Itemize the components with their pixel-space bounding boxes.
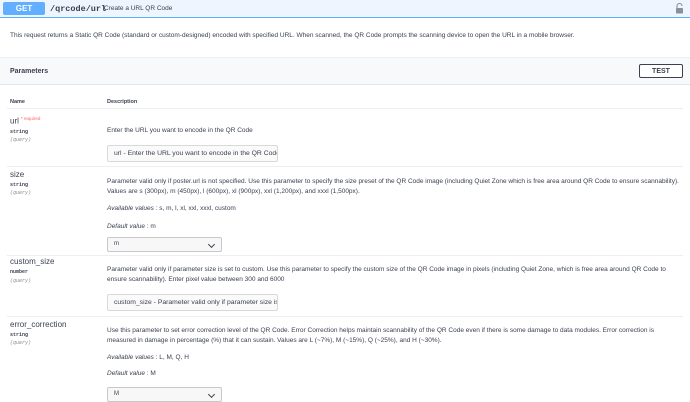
param-desc-error-correction: Use this parameter to set error correcti… (107, 327, 654, 344)
param-desc-size: Parameter valid only if poster.url is no… (107, 178, 679, 195)
param-desc-url: Enter the URL you want to encode in the … (107, 127, 253, 134)
param-name-custom-size: custom_size (10, 257, 55, 266)
size-select[interactable]: m (107, 237, 222, 252)
error-correction-select[interactable]: M (107, 387, 222, 402)
param-name-size: size (10, 170, 25, 179)
method-badge: GET (3, 2, 45, 15)
row-divider (7, 316, 683, 317)
endpoint-path: /qrcode/url (50, 4, 107, 14)
param-default-error-correction: Default value : M (107, 370, 156, 377)
param-in-custom-size: (query) (10, 278, 32, 284)
url-input[interactable]: url - Enter the URL you want to encode i… (107, 145, 278, 162)
row-divider (7, 166, 683, 167)
param-available-error-correction: Available values : L, M, Q, H (107, 354, 189, 361)
param-in-size: (query) (10, 190, 32, 196)
param-name-error-correction: error_correction (10, 320, 67, 329)
param-type-url: string (10, 129, 29, 135)
param-type-size: string (10, 182, 29, 188)
chevron-down-icon (207, 390, 216, 399)
chevron-down-icon (207, 240, 216, 249)
custom-size-input[interactable]: custom_size - Parameter valid only if pa… (107, 294, 278, 311)
param-default-size: Default value : m (107, 223, 156, 230)
header-divider (7, 108, 683, 109)
column-header-description: Description (107, 99, 138, 105)
operation-summary[interactable]: GET /qrcode/url Create a URL QR Code (0, 0, 690, 18)
param-desc-custom-size: Parameter valid only if parameter size i… (107, 266, 666, 283)
param-name-url: url * required (10, 116, 41, 126)
parameters-title: Parameters (10, 68, 49, 75)
required-marker: * required (20, 116, 41, 121)
param-in-error-correction: (query) (10, 340, 32, 346)
column-header-name: Name (10, 99, 25, 105)
test-button[interactable]: TEST (639, 64, 683, 78)
operation-summary-text: Create a URL QR Code (104, 5, 173, 12)
param-type-error-correction: string (10, 332, 29, 338)
param-type-custom-size: number (10, 269, 29, 275)
row-divider (7, 255, 683, 256)
parameters-header: Parameters TEST (0, 57, 690, 85)
param-available-size: Available values : s, m, l, xl, xxl, xxx… (107, 205, 236, 212)
operation-description: This request returns a Static QR Code (s… (10, 32, 575, 39)
lock-open-icon[interactable] (675, 3, 684, 14)
param-in-url: (query) (10, 137, 32, 143)
